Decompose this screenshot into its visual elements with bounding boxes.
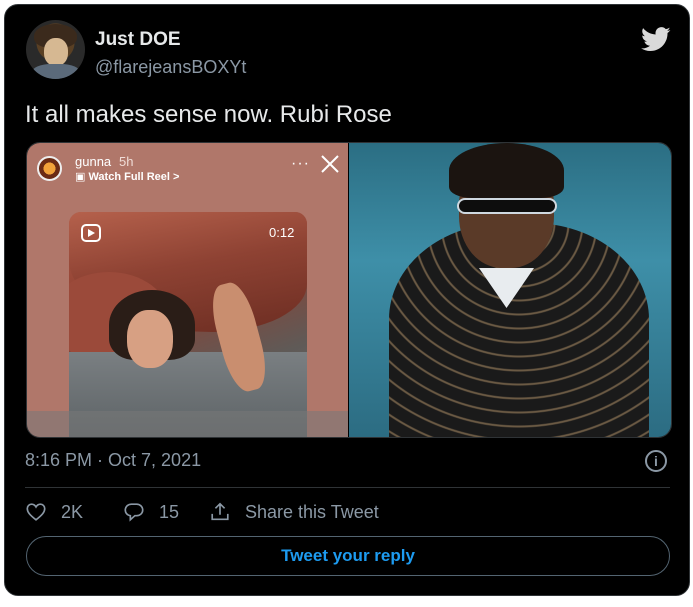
reel-duration: 0:12 [269,225,295,240]
tweet-media[interactable]: gunna 5h ▣ Watch Full Reel > ··· 0:12 [26,142,672,438]
reply-count-button[interactable]: 15 [123,501,179,523]
hair-shape [449,143,564,198]
watch-full-reel-link: ▣ Watch Full Reel > [75,170,179,183]
reply-count: 15 [159,501,180,522]
like-count: 2K [61,501,84,522]
heart-icon [26,503,46,521]
face-shape [127,310,173,368]
share-button[interactable]: Share this Tweet [209,501,379,523]
tweet-timestamp[interactable]: 8:16 PM · Oct 7, 2021 [25,450,201,471]
story-bottom-strip [27,411,348,437]
story-username: gunna [75,154,112,169]
twitter-bird-icon[interactable] [641,27,671,52]
like-button[interactable]: 2K [25,501,83,523]
story-avatar [37,156,62,181]
tweet-your-reply-button[interactable]: Tweet your reply [26,536,670,576]
speech-bubble-icon [124,503,144,522]
avatar[interactable] [26,20,85,79]
avatar-face [44,38,68,66]
avatar-body [32,64,80,79]
sunglasses-shape [457,198,557,214]
reel-small-icon: ▣ [75,171,89,183]
share-upload-icon [211,502,229,521]
story-time: 5h [119,154,134,169]
divider [25,487,670,488]
tweet-card: Just DOE @flarejeansBOXYt It all makes s… [4,4,690,596]
share-label: Share this Tweet [245,501,379,522]
watch-full-reel-label: Watch Full Reel > [88,171,180,183]
reels-icon [81,224,101,242]
tweet-text: It all makes sense now. Rubi Rose [25,101,392,128]
more-icon: ··· [291,155,310,172]
user-handle[interactable]: @flarejeansBOXYt [95,57,246,78]
reel-preview: 0:12 [69,212,307,437]
instagram-story-image[interactable]: gunna 5h ▣ Watch Full Reel > ··· 0:12 [27,143,348,437]
info-icon[interactable]: i [645,450,667,472]
close-icon [321,155,339,173]
underwater-photo[interactable] [349,143,671,437]
display-name[interactable]: Just DOE [95,29,181,51]
